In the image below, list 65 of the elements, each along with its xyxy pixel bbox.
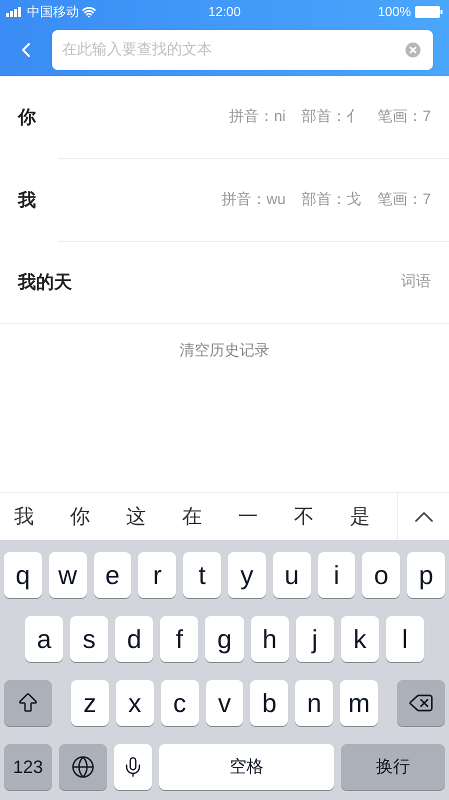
letter-key[interactable]: m	[340, 680, 378, 726]
search-input[interactable]: 在此输入要查找的文本	[62, 38, 403, 62]
search-field[interactable]: 在此输入要查找的文本	[52, 30, 433, 70]
letter-key[interactable]: e	[94, 552, 132, 598]
battery-percent: 100%	[378, 3, 412, 22]
chevron-up-icon	[414, 512, 432, 522]
history-term: 我的天	[18, 271, 73, 294]
signal-icon	[6, 7, 24, 17]
letter-key[interactable]: c	[160, 680, 199, 726]
letter-key[interactable]: u	[272, 552, 311, 598]
letter-key[interactable]: y	[228, 552, 266, 598]
letter-key[interactable]: j	[296, 616, 334, 662]
letter-key[interactable]: k	[340, 616, 379, 662]
numbers-key[interactable]: 123	[4, 744, 52, 790]
history-item[interactable]: 我的天 词语	[0, 242, 449, 324]
letter-key[interactable]: a	[25, 616, 64, 662]
space-key[interactable]: 空格	[159, 744, 334, 790]
candidate-word[interactable]: 是	[350, 502, 370, 532]
letter-key[interactable]: p	[407, 552, 445, 598]
letter-key[interactable]: s	[70, 616, 108, 662]
term-detail: 词语	[401, 272, 431, 292]
letter-key[interactable]: n	[295, 680, 334, 726]
term-detail: 笔画：7	[378, 190, 431, 210]
letter-key[interactable]: i	[318, 552, 356, 598]
letter-key[interactable]: q	[4, 552, 42, 598]
letter-key[interactable]: f	[160, 616, 198, 662]
clock-time: 12:00	[208, 3, 241, 22]
letter-key[interactable]: z	[71, 680, 109, 726]
letter-key[interactable]: t	[183, 552, 221, 598]
shift-key[interactable]	[4, 680, 52, 726]
history-term: 你	[18, 106, 37, 128]
letter-key[interactable]: b	[250, 680, 288, 726]
candidate-word[interactable]: 你	[70, 502, 90, 532]
history-item[interactable]: 我 拼音：wu 部首：戈 笔画：7	[0, 159, 449, 241]
clear-history-link[interactable]: 清空历史记录	[180, 340, 270, 362]
letter-key[interactable]: v	[206, 680, 244, 726]
letter-key[interactable]: l	[386, 616, 424, 662]
globe-icon	[71, 755, 95, 779]
shift-icon	[16, 691, 40, 715]
history-item[interactable]: 你 拼音：ni 部首：亻 笔画：7	[0, 76, 449, 158]
return-key[interactable]: 换行	[341, 744, 445, 790]
candidate-word[interactable]: 在	[182, 502, 202, 532]
microphone-key[interactable]	[114, 744, 152, 790]
candidate-word[interactable]: 不	[294, 502, 314, 532]
delete-key[interactable]	[397, 680, 446, 726]
carrier-name: 中国移动	[27, 3, 79, 22]
candidate-word[interactable]: 我	[14, 502, 34, 532]
candidate-word[interactable]: 这	[126, 502, 146, 532]
term-detail: 部首：戈	[302, 190, 362, 210]
letter-key[interactable]: h	[250, 616, 289, 662]
letter-key[interactable]: o	[362, 552, 400, 598]
letter-key[interactable]: r	[138, 552, 176, 598]
candidate-word[interactable]: 一	[238, 502, 258, 532]
term-detail: 笔画：7	[378, 106, 431, 127]
letter-key[interactable]: d	[115, 616, 154, 662]
letter-key[interactable]: x	[116, 680, 154, 726]
globe-key[interactable]	[59, 744, 107, 790]
wifi-icon	[82, 5, 96, 19]
letter-key[interactable]: g	[205, 616, 244, 662]
battery-icon	[415, 6, 444, 18]
term-detail: 部首：亻	[302, 106, 362, 127]
history-term: 我	[18, 188, 37, 212]
letter-key[interactable]: w	[48, 552, 87, 598]
term-detail: 拼音：wu	[221, 190, 286, 210]
term-detail: 拼音：ni	[228, 106, 286, 127]
